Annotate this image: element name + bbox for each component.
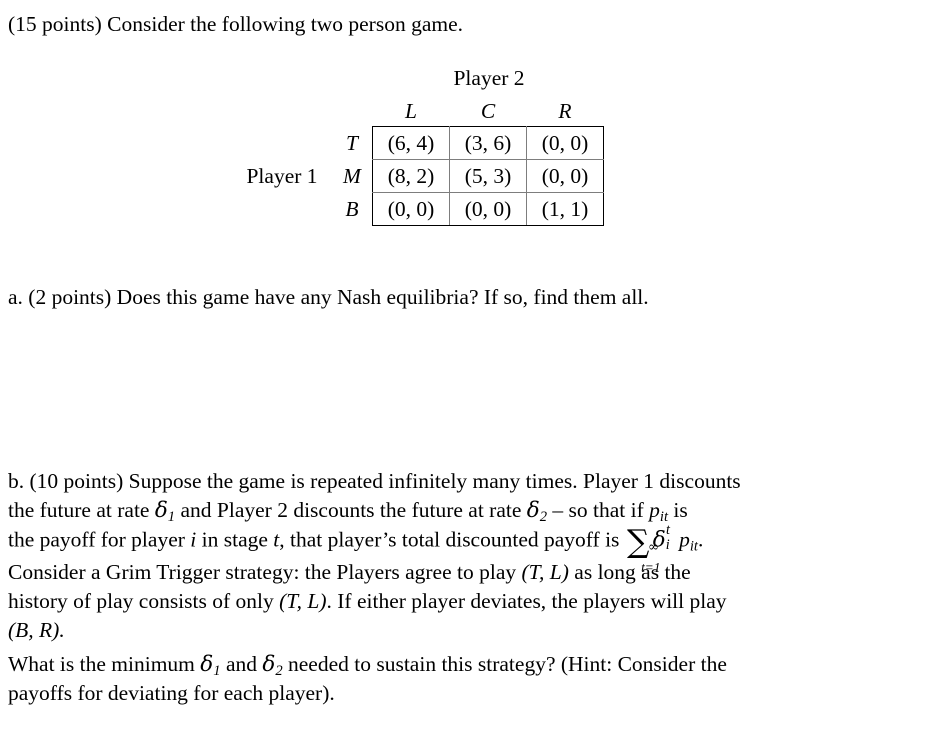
cell-m-l: (8, 2) — [372, 159, 450, 193]
part-a-paragraph: a. (2 points) Does this game have any Na… — [8, 283, 884, 312]
part-b-question-line-2: payoffs for deviating for each player). — [8, 681, 335, 705]
delta-2-symbol: δ — [526, 498, 540, 523]
profile-tl-1: (T, L) — [521, 560, 569, 585]
payoff-matrix-block: Player 2 L C R Player 1 T (6, 4) (3, 6) … — [232, 66, 604, 226]
row-header-b: B — [345, 196, 359, 221]
delta-2-subscript-2: 2 — [275, 663, 283, 680]
part-b-line-4: Consider a Grim Trigger strategy: the Pl… — [8, 558, 884, 587]
cell-t-l: (6, 4) — [372, 126, 450, 160]
intro-text: (15 points) Consider the following two p… — [8, 12, 464, 36]
pb-l5-b: . If either player deviates, the players… — [326, 589, 727, 614]
pb-l3-b: in stage — [196, 527, 274, 552]
cell-t-c: (3, 6) — [449, 126, 527, 160]
pb-l3-end: . — [697, 527, 704, 552]
document-page: (15 points) Consider the following two p… — [0, 0, 938, 744]
part-a-text: a. (2 points) Does this game have any Na… — [8, 285, 649, 309]
column-header-l: L — [405, 98, 417, 123]
cell-m-r: (0, 0) — [526, 159, 604, 193]
pb-l2-a: the future at rate — [8, 498, 155, 522]
matrix-header-row: L C R — [232, 96, 604, 127]
sum-lower-limit: t=1 — [641, 560, 661, 576]
payoff-matrix-table: L C R Player 1 T (6, 4) (3, 6) (0, 0) M … — [232, 96, 604, 226]
part-b-line-3: the payoff for player i in stage t, that… — [8, 522, 884, 575]
corner-blank — [232, 96, 332, 127]
pb2-l1-b: and — [220, 652, 263, 676]
p-it-base: p — [679, 527, 690, 552]
matrix-row-t: Player 1 T (6, 4) (3, 6) (0, 0) — [232, 126, 604, 188]
part-b-line-5: history of play consists of only (T, L).… — [8, 587, 884, 616]
profile-br: (B, R). — [8, 618, 65, 643]
part-b-line-1: b. (10 points) Suppose the game is repea… — [8, 469, 741, 493]
cell-b-c: (0, 0) — [449, 192, 527, 226]
part-b-line-6: (B, R). — [8, 616, 884, 645]
delta-2-symbol-2: δ — [262, 652, 276, 677]
pb-l3-a: the payoff for player — [8, 527, 191, 552]
part-b-line-2: the future at rate δ1 and Player 2 disco… — [8, 496, 884, 525]
delta-2-subscript: 2 — [539, 509, 548, 526]
cell-m-c: (5, 3) — [449, 159, 527, 193]
part-b-question-paragraph: What is the minimum δ1 and δ2 needed to … — [8, 650, 884, 708]
profile-tl-2: (T, L) — [279, 589, 327, 614]
pb-l2-b: and Player 2 discounts the future at rat… — [175, 498, 527, 522]
pb-l2-d: is — [668, 498, 688, 522]
cell-t-r: (0, 0) — [526, 126, 604, 160]
sigma-glyph: ∑ — [626, 524, 650, 561]
row-header-t: T — [346, 130, 358, 155]
pb2-l1-a: What is the minimum — [8, 652, 201, 676]
rowname-blank — [332, 96, 373, 127]
delta-1-symbol-2: δ — [200, 652, 214, 677]
row-header-m: M — [343, 163, 361, 188]
cell-b-l: (0, 0) — [372, 192, 450, 226]
pb-l4-b: as long as the — [568, 560, 691, 585]
delta-1-subscript-2: 1 — [213, 663, 221, 680]
player1-label: Player 1 — [246, 163, 318, 188]
summation-operator: ∑ ∞ t=1 — [626, 524, 661, 575]
pb-l2-c: – so that if — [547, 498, 650, 522]
pb-l5-a: history of play consists of only — [8, 589, 280, 614]
column-header-r: R — [558, 98, 572, 123]
delta-1-subscript: 1 — [167, 509, 176, 526]
pb-l4-a: Consider a Grim Trigger strategy: the Pl… — [8, 560, 522, 585]
column-header-c: C — [480, 98, 496, 123]
intro-paragraph: (15 points) Consider the following two p… — [8, 10, 884, 39]
part-b-question-line-1: What is the minimum δ1 and δ2 needed to … — [8, 650, 884, 679]
cell-b-r: (1, 1) — [526, 192, 604, 226]
delta-1-symbol: δ — [154, 498, 168, 523]
player2-label: Player 2 — [453, 66, 525, 90]
p-variable: p — [649, 498, 660, 522]
p-it-subscript: it — [689, 538, 698, 555]
delta-subscript-i: i — [665, 536, 670, 553]
delta-i-t-scripts: ti — [666, 522, 679, 553]
pb-l3-c: , that player’s total discounted payoff … — [279, 527, 625, 552]
part-b-paragraph: b. (10 points) Suppose the game is repea… — [8, 467, 884, 645]
pb2-l1-c: needed to sustain this strategy? (Hint: … — [282, 652, 727, 676]
